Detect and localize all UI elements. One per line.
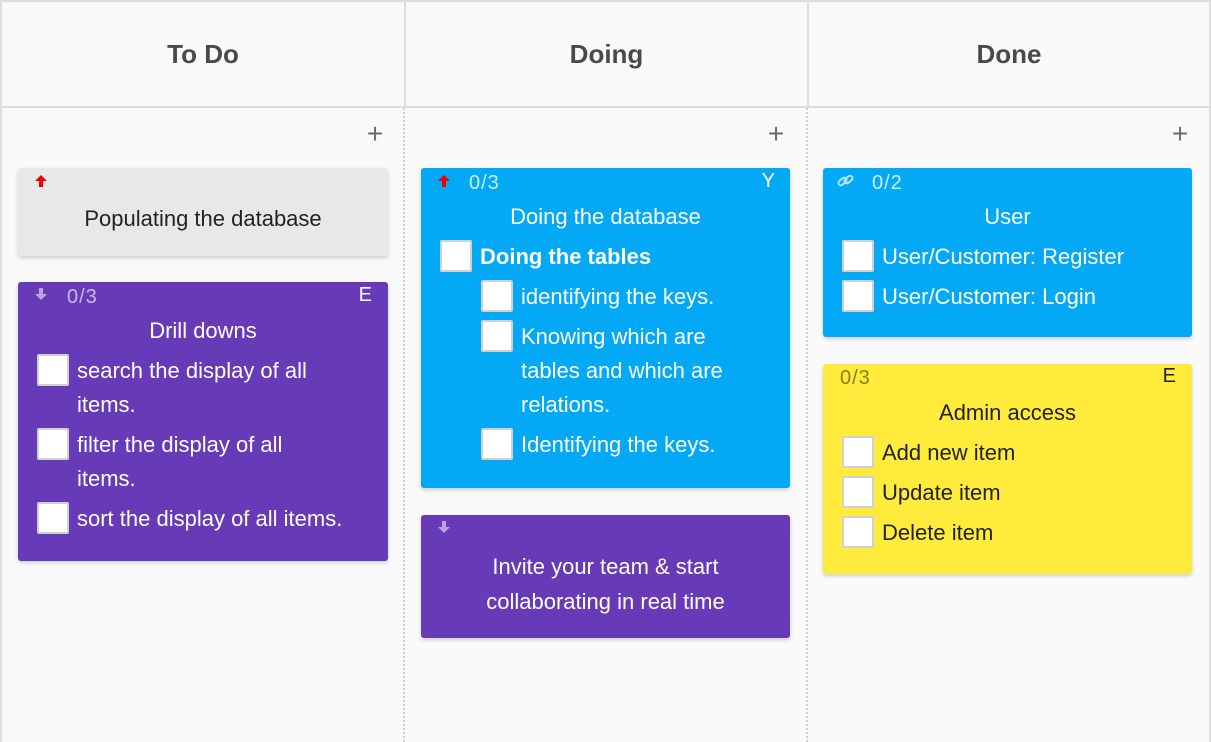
checklist-counter: 0/3 — [469, 172, 500, 194]
add-card-button[interactable]: + — [1168, 120, 1192, 148]
checkbox[interactable] — [842, 280, 874, 312]
priority-up-icon — [437, 174, 451, 188]
card-doing-database[interactable]: 0/3 Y Doing the database Doing the table… — [421, 168, 790, 488]
assignee-initial[interactable]: Y — [762, 170, 775, 193]
checklist-item-text: sort the display of all items. — [77, 506, 343, 531]
card-title: Populating the database — [84, 206, 322, 231]
checklist-item: Knowing which are tables and which are r… — [481, 320, 774, 422]
checkbox[interactable] — [37, 502, 69, 534]
card-title: Doing the database — [510, 204, 701, 229]
checkbox[interactable] — [37, 428, 69, 460]
checkbox[interactable] — [842, 436, 874, 468]
card-admin-access[interactable]: 0/3 E Admin access Add new item Update i… — [823, 364, 1192, 574]
checklist-item: search the display of all items. — [37, 354, 368, 422]
checkbox[interactable] — [842, 476, 874, 508]
checklist-item: Doing the tables — [440, 240, 774, 274]
checkbox[interactable] — [842, 516, 874, 548]
checkbox[interactable] — [481, 280, 513, 312]
card-title: Invite your team & start collaborating i… — [486, 554, 725, 614]
checklist-item: Delete item — [842, 516, 1176, 550]
priority-up-icon — [34, 174, 48, 188]
kanban-board: To Do Doing Done + + + Populating the da… — [0, 0, 1211, 742]
card-user[interactable]: 0/2 User User/Customer: Register User/Cu… — [823, 168, 1192, 337]
card-title: User — [984, 204, 1031, 229]
checklist-item: filter the display of all items. — [37, 428, 368, 496]
checklist-counter: 0/3 — [840, 367, 871, 389]
card-title: Admin access — [939, 400, 1076, 425]
card-title: Drill downs — [149, 318, 257, 343]
checkbox[interactable] — [440, 240, 472, 272]
checklist-item-text: User/Customer: Login — [882, 284, 1096, 309]
checklist-item-text: Doing the tables — [480, 244, 652, 269]
card-invite-team[interactable]: Invite your team & start collaborating i… — [421, 515, 790, 638]
checklist-item-text: Delete item — [882, 520, 994, 545]
priority-down-icon — [437, 520, 451, 534]
checklist-item: User/Customer: Register — [842, 240, 1176, 274]
checklist-item-text: filter the display of all items. — [77, 432, 283, 491]
link-icon — [837, 173, 855, 189]
column-header-todo: To Do — [0, 0, 404, 108]
assignee-initial[interactable]: E — [1163, 365, 1176, 388]
add-card-button[interactable]: + — [363, 120, 387, 148]
column-title: To Do — [167, 38, 239, 69]
column-title: Doing — [569, 38, 644, 69]
checklist-item: Identifying the keys. — [481, 428, 774, 462]
column-header-done: Done — [807, 0, 1211, 108]
assignee-initial[interactable]: E — [359, 284, 372, 307]
checklist-item: sort the display of all items. — [37, 502, 368, 536]
checklist-item: User/Customer: Login — [842, 280, 1176, 314]
checklist-item-text: Add new item — [882, 440, 1016, 465]
card-populating-database[interactable]: Populating the database — [18, 168, 388, 256]
checklist-item-text: search the display of all items. — [77, 358, 307, 417]
checklist-item-text: Knowing which are tables and which are r… — [521, 324, 723, 417]
checkbox[interactable] — [481, 320, 513, 352]
checkbox[interactable] — [37, 354, 69, 386]
column-title: Done — [976, 38, 1042, 69]
priority-down-icon — [34, 287, 48, 301]
add-card-button[interactable]: + — [764, 120, 788, 148]
checklist-item: Update item — [842, 476, 1176, 510]
checklist-item-text: identifying the keys. — [521, 284, 715, 309]
checklist-item-text: Identifying the keys. — [521, 432, 716, 457]
checklist-counter: 0/3 — [67, 286, 98, 308]
checklist-item: Add new item — [842, 436, 1176, 470]
checklist-counter: 0/2 — [872, 172, 903, 194]
checklist-item-text: User/Customer: Register — [882, 244, 1125, 269]
checklist-item: identifying the keys. — [481, 280, 774, 314]
checkbox[interactable] — [842, 240, 874, 272]
checkbox[interactable] — [481, 428, 513, 460]
column-header-doing: Doing — [404, 0, 807, 108]
card-drill-downs[interactable]: 0/3 E Drill downs search the display of … — [18, 282, 388, 561]
checklist-item-text: Update item — [882, 480, 1001, 505]
